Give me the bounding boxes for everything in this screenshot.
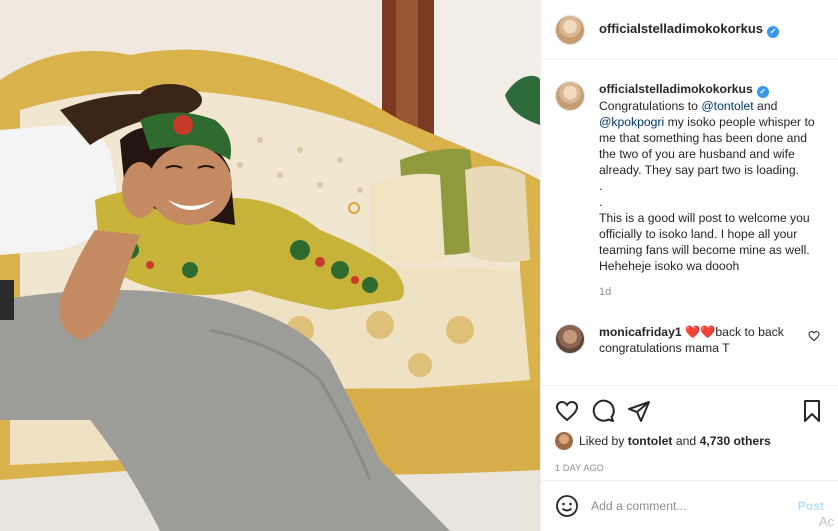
- commenter-avatar[interactable]: [555, 324, 585, 354]
- comment-item: monicafriday1 ❤️❤️back to back congratul…: [555, 324, 824, 356]
- post-date[interactable]: 1 DAY AGO: [555, 463, 824, 473]
- mention-link-tontolet[interactable]: @tontolet: [701, 99, 753, 113]
- likes-summary: Liked by tontolet and 4,730 others: [555, 432, 824, 450]
- caption-text: Congratulations to @tontolet and @kpokpo…: [599, 99, 815, 273]
- post-side-panel: officialstelladimokokorkus ✓ officialstel…: [540, 0, 838, 531]
- liker-avatar[interactable]: [555, 432, 573, 450]
- comments-section[interactable]: officialstelladimokokorkus ✓ Congratulati…: [541, 61, 838, 383]
- bookmark-icon[interactable]: [800, 399, 824, 423]
- comment-input[interactable]: [591, 499, 798, 513]
- caption-item: officialstelladimokokorkus ✓ Congratulati…: [555, 81, 824, 300]
- caption-intro: Congratulations to: [599, 99, 702, 113]
- activation-watermark: Ac: [818, 514, 834, 529]
- comment-icon[interactable]: [591, 399, 615, 423]
- author-username-text[interactable]: officialstelladimokokorkus: [599, 21, 763, 36]
- comment-like-heart-icon[interactable]: [808, 330, 820, 342]
- heart-icon[interactable]: [555, 399, 579, 423]
- heart-emoji: ❤️❤️: [685, 325, 716, 339]
- smiley-icon[interactable]: [555, 494, 579, 518]
- likes-prefix: Liked by: [579, 434, 625, 448]
- post-photo[interactable]: [0, 0, 540, 531]
- liker-username[interactable]: tontolet: [628, 434, 673, 448]
- caption-verified-badge-icon: ✓: [756, 86, 769, 98]
- caption-rest: my isoko people whisper to me that somet…: [599, 115, 815, 273]
- comment-body: monicafriday1 ❤️❤️back to back congratul…: [599, 324, 821, 356]
- post-header: officialstelladimokokorkus ✓: [541, 0, 838, 60]
- caption-body: officialstelladimokokorkus ✓ Congratulati…: [599, 81, 821, 300]
- post-actions: Liked by tontolet and 4,730 others 1 DAY…: [541, 385, 838, 480]
- comment-composer: Post: [541, 480, 838, 531]
- caption-author-avatar[interactable]: [555, 81, 585, 111]
- likes-count[interactable]: 4,730 others: [700, 434, 771, 448]
- action-icon-row: [555, 398, 824, 424]
- commenter-username[interactable]: monicafriday1: [599, 325, 682, 339]
- photo-illustration: [0, 0, 540, 531]
- mention-link-kpokpogri[interactable]: @kpokpogri: [599, 115, 664, 129]
- caption-author-name[interactable]: officialstelladimokokorkus: [599, 82, 753, 96]
- author-avatar[interactable]: [555, 14, 585, 45]
- paper-plane-icon[interactable]: [627, 399, 651, 423]
- caption-and: and: [753, 99, 778, 113]
- author-username[interactable]: officialstelladimokokorkus ✓: [599, 21, 779, 38]
- caption-author[interactable]: officialstelladimokokorkus: [599, 82, 753, 96]
- caption-time[interactable]: 1d: [599, 284, 821, 300]
- likes-middle: and: [672, 434, 700, 448]
- post-comment-button[interactable]: Post: [798, 499, 824, 513]
- verified-badge-icon: ✓: [767, 26, 779, 38]
